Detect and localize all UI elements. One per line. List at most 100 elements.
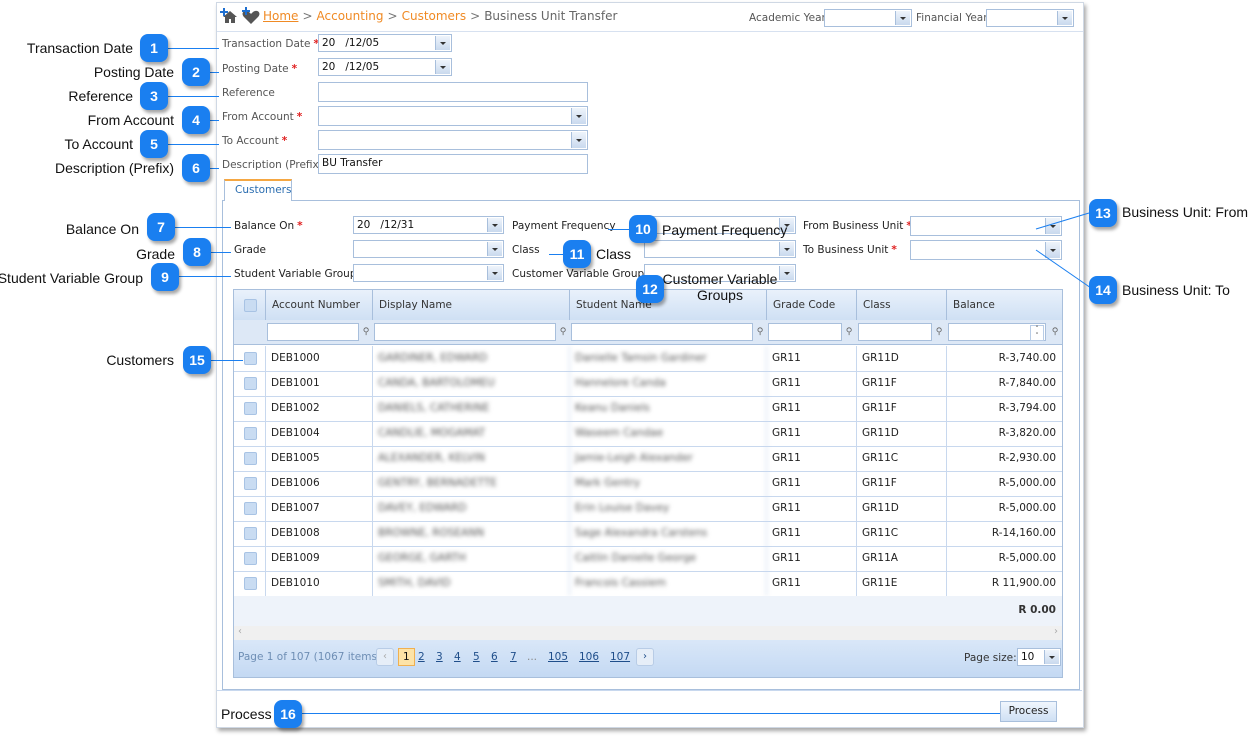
cell-class: GR11D bbox=[857, 346, 947, 371]
transaction-date-picker[interactable]: 20 /12/05 bbox=[318, 34, 452, 52]
filter-icon[interactable]: ⚲ bbox=[844, 326, 854, 338]
column-header-balance[interactable]: Balance bbox=[947, 290, 1062, 320]
financial-year-select[interactable] bbox=[986, 9, 1074, 27]
page-link[interactable]: 106 bbox=[579, 651, 599, 663]
filter-icon[interactable]: ⚲ bbox=[558, 326, 568, 338]
chevron-down-icon[interactable] bbox=[895, 11, 910, 25]
table-row[interactable]: DEB1001 CANDA, BARTOLOMEU Hannelore Canda G… bbox=[234, 371, 1062, 397]
table-row[interactable]: DEB1004 CANDLIE, MOGAMAT Waseem Candae GR11… bbox=[234, 421, 1062, 447]
table-row[interactable]: DEB1010 SMITH, DAVID Francois Cassiem GR11 G… bbox=[234, 571, 1062, 597]
process-button[interactable]: Process bbox=[1000, 701, 1057, 722]
table-row[interactable]: DEB1009 GEORGE, GARTH Caitlin Danielle Geo… bbox=[234, 546, 1062, 572]
row-checkbox[interactable] bbox=[244, 527, 257, 540]
filter-account-number[interactable] bbox=[267, 323, 359, 341]
breadcrumb-home[interactable]: Home bbox=[263, 9, 298, 23]
row-checkbox[interactable] bbox=[244, 577, 257, 590]
column-header-class[interactable]: Class bbox=[857, 290, 947, 320]
prev-page-button[interactable]: ‹ bbox=[376, 648, 394, 666]
column-header-account-number[interactable]: Account Number bbox=[266, 290, 373, 320]
page-link[interactable]: 2 bbox=[418, 651, 425, 663]
row-checkbox[interactable] bbox=[244, 427, 257, 440]
row-checkbox[interactable] bbox=[244, 552, 257, 565]
reference-input[interactable] bbox=[318, 82, 588, 102]
horizontal-scrollbar[interactable]: ‹ › bbox=[234, 626, 1062, 640]
table-row[interactable]: DEB1008 BROWNE, ROSEANN Sage Alexandra Car… bbox=[234, 521, 1062, 547]
table-row[interactable]: DEB1002 DANIELS, CATHERINE Keanu Daniels GR… bbox=[234, 396, 1062, 422]
academic-year-label: Academic Year bbox=[749, 12, 826, 24]
to-account-select[interactable] bbox=[318, 130, 588, 150]
posting-date-picker[interactable]: 20 /12/05 bbox=[318, 58, 452, 76]
from-account-select[interactable] bbox=[318, 106, 588, 126]
chevron-down-icon[interactable] bbox=[487, 218, 502, 232]
cell-account: DEB1008 bbox=[266, 521, 373, 546]
page-link[interactable]: 4 bbox=[454, 651, 461, 663]
breadcrumb-accounting[interactable]: Accounting bbox=[317, 9, 384, 23]
filter-balance[interactable]: ˄ ˅ bbox=[948, 323, 1046, 341]
filter-class[interactable] bbox=[858, 323, 932, 341]
tab-customers[interactable]: Customers bbox=[224, 179, 292, 201]
table-row[interactable]: DEB1005 ALEXANDER, KELVIN Jamie-Leigh Alex… bbox=[234, 446, 1062, 472]
cell-student: Danielle Tamsin Gardiner bbox=[570, 346, 767, 371]
chevron-down-icon[interactable] bbox=[1045, 242, 1060, 258]
row-checkbox[interactable] bbox=[244, 502, 257, 515]
table-row[interactable]: DEB1007 DAVEY, EDWARD Erin Louise Davey GR1… bbox=[234, 496, 1062, 522]
select-all-checkbox[interactable] bbox=[244, 299, 257, 312]
add-home-icon[interactable] bbox=[220, 6, 240, 30]
filter-icon[interactable]: ⚲ bbox=[934, 326, 944, 338]
page-size-select[interactable]: 10 bbox=[1017, 648, 1061, 666]
filter-display-name[interactable] bbox=[374, 323, 556, 341]
from-business-unit-select[interactable] bbox=[910, 216, 1062, 236]
chevron-down-icon[interactable] bbox=[1045, 218, 1060, 234]
row-checkbox[interactable] bbox=[244, 402, 257, 415]
filter-icon[interactable]: ⚲ bbox=[1050, 326, 1060, 338]
student-variable-group-select[interactable] bbox=[353, 264, 504, 282]
column-header-grade-code[interactable]: Grade Code bbox=[767, 290, 857, 320]
row-checkbox[interactable] bbox=[244, 477, 257, 490]
filter-icon[interactable]: ⚲ bbox=[755, 326, 765, 338]
chevron-down-icon[interactable] bbox=[435, 36, 450, 50]
row-checkbox[interactable] bbox=[244, 452, 257, 465]
academic-year-select[interactable] bbox=[824, 9, 912, 27]
chevron-down-icon[interactable] bbox=[571, 132, 586, 148]
scroll-left-icon[interactable]: ‹ bbox=[238, 626, 242, 637]
filter-student-name[interactable] bbox=[571, 323, 753, 341]
page-link[interactable]: 5 bbox=[473, 651, 480, 663]
cell-account: DEB1005 bbox=[266, 446, 373, 471]
chevron-down-icon[interactable] bbox=[779, 266, 794, 280]
grade-select[interactable] bbox=[353, 240, 504, 258]
chevron-down-icon[interactable] bbox=[779, 242, 794, 256]
page-link[interactable]: 107 bbox=[610, 651, 630, 663]
cell-student: Sage Alexandra Carstens bbox=[570, 521, 767, 546]
page-link[interactable]: 6 bbox=[491, 651, 498, 663]
table-row[interactable]: DEB1000 GARDINER, EDWARD Danielle Tamsin G… bbox=[234, 346, 1062, 372]
balance-on-picker[interactable]: 20 /12/31 bbox=[353, 216, 504, 234]
next-page-button[interactable]: › bbox=[636, 648, 654, 666]
breadcrumb-customers[interactable]: Customers bbox=[402, 9, 467, 23]
chevron-down-icon[interactable] bbox=[487, 242, 502, 256]
page-link[interactable]: 1 bbox=[398, 648, 415, 666]
chevron-down-icon[interactable] bbox=[1057, 11, 1072, 25]
to-business-unit-select[interactable] bbox=[910, 240, 1062, 260]
add-favourite-icon[interactable] bbox=[241, 6, 261, 30]
chevron-down-icon[interactable] bbox=[1044, 650, 1059, 664]
page-link[interactable]: 105 bbox=[548, 651, 568, 663]
row-checkbox[interactable] bbox=[244, 352, 257, 365]
chevron-down-icon[interactable] bbox=[571, 108, 586, 124]
filter-icon[interactable]: ⚲ bbox=[361, 326, 371, 338]
column-header-display-name[interactable]: Display Name bbox=[373, 290, 570, 320]
page-link[interactable]: 7 bbox=[510, 651, 517, 663]
spin-icon[interactable]: ˄ ˅ bbox=[1030, 325, 1044, 341]
cell-account: DEB1000 bbox=[266, 346, 373, 371]
description-input[interactable]: BU Transfer bbox=[318, 154, 588, 174]
page-link[interactable]: 3 bbox=[436, 651, 443, 663]
cell-account: DEB1006 bbox=[266, 471, 373, 496]
scroll-right-icon[interactable]: › bbox=[1054, 626, 1058, 637]
chevron-down-icon[interactable] bbox=[487, 266, 502, 280]
cell-student: Keanu Daniels bbox=[570, 396, 767, 421]
row-checkbox[interactable] bbox=[244, 377, 257, 390]
table-row[interactable]: DEB1006 GENTRY, BERNADETTE Mark Gentry GR11… bbox=[234, 471, 1062, 497]
filter-grade-code[interactable] bbox=[768, 323, 842, 341]
class-select[interactable] bbox=[644, 240, 796, 258]
chevron-down-icon[interactable] bbox=[435, 60, 450, 74]
cell-display: GARDINER, EDWARD bbox=[373, 346, 570, 371]
